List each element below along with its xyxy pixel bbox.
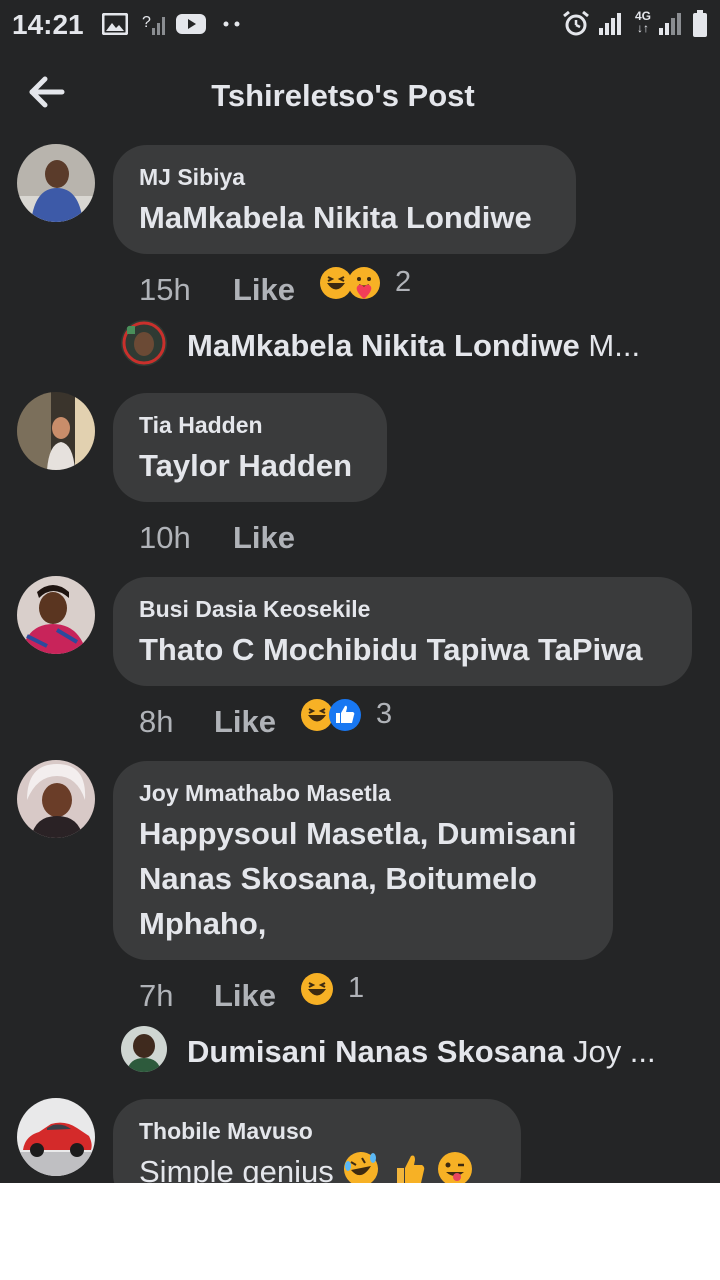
avatar[interactable] xyxy=(17,760,95,838)
signal-icon xyxy=(599,13,621,35)
status-time: 14:21 xyxy=(12,9,84,40)
image-icon xyxy=(102,13,128,35)
comment-text-value: Simple genius xyxy=(139,1154,334,1183)
reply-author[interactable]: MaMkabela Nikita Londiwe xyxy=(187,328,580,363)
reply-author[interactable]: Dumisani Nanas Skosana xyxy=(187,1034,564,1069)
battery-icon xyxy=(693,10,707,37)
youtube-icon xyxy=(176,14,206,34)
comment-actions: 8h Like 3 xyxy=(139,698,439,744)
alarm-icon xyxy=(563,11,589,36)
comment-author[interactable]: Thobile Mavuso xyxy=(139,1117,495,1145)
comment-actions: 7h Like 1 xyxy=(139,972,439,1018)
like-button[interactable]: Like xyxy=(214,978,276,1014)
reply-preview[interactable]: MaMkabela Nikita Londiwe M... xyxy=(121,320,681,370)
app-screen: 14:21 ? 4G ↓↑ Tshireletso's Post MJ Sibiy… xyxy=(0,0,720,1183)
status-bar: 14:21 ? 4G ↓↑ xyxy=(0,0,720,50)
page-title: Tshireletso's Post xyxy=(211,78,475,113)
no-signal-icon: ? xyxy=(142,14,165,35)
reply-snippet[interactable]: Joy ... xyxy=(573,1034,656,1069)
avatar[interactable] xyxy=(17,392,95,470)
comment-bubble[interactable]: Joy Mmathabo Masetla Happysoul Masetla, … xyxy=(113,761,613,960)
reaction-count[interactable]: 1 xyxy=(348,972,364,1005)
comment-text[interactable]: Simple genius xyxy=(139,1149,495,1183)
comment-bubble[interactable]: Thobile Mavuso Simple genius xyxy=(113,1099,521,1183)
signal-icon xyxy=(659,13,681,35)
comment-author[interactable]: MJ Sibiya xyxy=(139,163,550,191)
comment-actions: 10h Like xyxy=(139,520,439,560)
like-button[interactable]: Like xyxy=(214,704,276,740)
comment-text[interactable]: MaMkabela Nikita Londiwe xyxy=(139,195,550,240)
post-header: Tshireletso's Post xyxy=(0,60,720,132)
comment-text-line: Nanas Skosana, Boitumelo xyxy=(139,861,537,896)
comment-text[interactable]: Taylor Hadden xyxy=(139,443,361,488)
like-button[interactable]: Like xyxy=(233,272,295,308)
comment-text-line: Mphaho, xyxy=(139,906,267,941)
network-label: 4G xyxy=(634,9,651,23)
haha-icon[interactable] xyxy=(300,972,334,1006)
more-dots-icon xyxy=(223,21,240,27)
care-icon[interactable] xyxy=(347,266,381,300)
comment-bubble[interactable]: Busi Dasia Keosekile Thato C Mochibidu T… xyxy=(113,577,692,686)
avatar[interactable] xyxy=(17,576,95,654)
avatar[interactable] xyxy=(17,1098,95,1176)
thumbs-up-emoji xyxy=(396,1155,425,1183)
reaction-count[interactable]: 3 xyxy=(376,698,392,731)
like-icon[interactable] xyxy=(328,698,362,732)
comment-bubble[interactable]: Tia Hadden Taylor Hadden xyxy=(113,393,387,502)
comment-author[interactable]: Joy Mmathabo Masetla xyxy=(139,779,587,807)
avatar[interactable] xyxy=(121,1026,167,1072)
comment-text[interactable]: Thato C Mochibidu Tapiwa TaPiwa xyxy=(139,627,666,672)
network-4g-icon: 4G ↓↑ xyxy=(634,9,651,35)
reply-snippet[interactable]: M... xyxy=(588,328,640,363)
comment-author[interactable]: Tia Hadden xyxy=(139,411,361,439)
like-button[interactable]: Like xyxy=(233,520,295,556)
avatar[interactable] xyxy=(121,320,167,366)
comment-text[interactable]: Happysoul Masetla, Dumisani Nanas Skosan… xyxy=(139,811,587,946)
reaction-count[interactable]: 2 xyxy=(395,266,411,299)
comment-bubble[interactable]: MJ Sibiya MaMkabela Nikita Londiwe xyxy=(113,145,576,254)
comment-actions: 15h Like 2 xyxy=(139,266,439,312)
wink-tongue-emoji xyxy=(437,1152,472,1183)
svg-text:?: ? xyxy=(142,14,151,31)
avatar[interactable] xyxy=(17,144,95,222)
comment-text-line: Happysoul Masetla, Dumisani xyxy=(139,816,577,851)
reply-preview[interactable]: Dumisani Nanas Skosana Joy ... xyxy=(121,1026,691,1076)
comment-time: 7h xyxy=(139,978,174,1013)
comment-time: 8h xyxy=(139,704,174,739)
comment-time: 15h xyxy=(139,272,191,307)
comment-time: 10h xyxy=(139,520,191,555)
rofl-emoji xyxy=(344,1152,379,1183)
comment-author[interactable]: Busi Dasia Keosekile xyxy=(139,595,666,623)
